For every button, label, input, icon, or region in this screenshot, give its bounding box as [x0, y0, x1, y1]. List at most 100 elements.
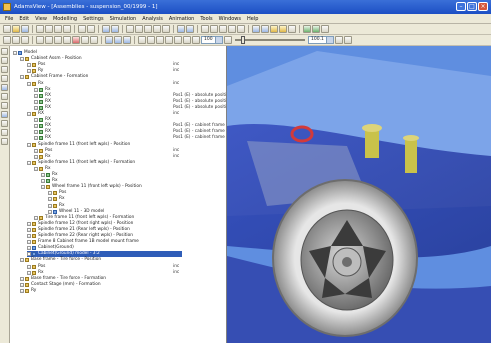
tree-expand-toggle[interactable]: - [27, 252, 31, 257]
tree-expand-toggle[interactable]: - [27, 81, 31, 86]
tree-expand-toggle[interactable]: - [13, 51, 17, 55]
tree-expand-toggle[interactable]: - [20, 288, 24, 293]
pause-icon[interactable] [312, 25, 320, 33]
color-icon[interactable] [1, 138, 8, 145]
tree-node[interactable]: - Pos inc [34, 148, 179, 154]
torus-icon[interactable] [174, 36, 182, 44]
animation-slider[interactable] [235, 36, 305, 44]
tree-expand-toggle[interactable]: - [27, 160, 31, 165]
help-icon[interactable] [288, 25, 296, 33]
rotate-icon[interactable] [1, 57, 8, 64]
tree-expand-toggle[interactable]: - [27, 221, 31, 226]
view-side-icon[interactable] [219, 25, 227, 33]
open-folder-icon[interactable] [12, 25, 20, 33]
close-button[interactable]: × [478, 2, 488, 11]
tree-expand-toggle[interactable]: - [34, 93, 38, 98]
pan-icon[interactable] [153, 25, 161, 33]
arrow-right-icon[interactable] [45, 36, 53, 44]
layout-icon[interactable] [186, 25, 194, 33]
menu-tools[interactable]: Tools [197, 16, 215, 22]
save-icon[interactable] [21, 25, 29, 33]
tree-expand-toggle[interactable]: - [34, 215, 38, 220]
filter-icon[interactable] [21, 36, 29, 44]
annotate-icon[interactable] [1, 102, 8, 109]
tree-node[interactable]: - Rx inc [27, 270, 179, 276]
view-iso-icon[interactable] [228, 25, 236, 33]
tree-node[interactable]: - Rx inc [34, 154, 179, 160]
tree-expand-toggle[interactable]: - [27, 142, 31, 147]
light-icon[interactable] [270, 25, 278, 33]
table-icon[interactable] [111, 25, 119, 33]
record-icon[interactable] [72, 36, 80, 44]
cylinder-icon[interactable] [147, 36, 155, 44]
translate-icon[interactable] [1, 66, 8, 73]
tree-node[interactable]: - Pos inc [27, 264, 179, 270]
tree-expand-toggle[interactable]: - [41, 179, 45, 184]
tree-node[interactable]: - Wheel frame 11 (front left wpls) - Posi… [41, 184, 142, 190]
redo-icon[interactable] [87, 25, 95, 33]
tree-expand-toggle[interactable]: - [20, 258, 24, 263]
frame-start-icon[interactable] [224, 36, 232, 44]
view-rear-icon[interactable] [237, 25, 245, 33]
box-icon[interactable] [156, 36, 164, 44]
menu-simulation[interactable]: Simulation [107, 16, 140, 22]
undo-icon[interactable] [78, 25, 86, 33]
tree-node[interactable]: - Rx [34, 166, 51, 172]
tree-collapse-icon[interactable] [12, 36, 20, 44]
camera-icon[interactable] [279, 25, 287, 33]
tree-expand-toggle[interactable]: - [27, 63, 31, 68]
tree-expand-toggle[interactable]: - [27, 234, 31, 238]
settings-icon[interactable] [344, 36, 352, 44]
print-icon[interactable] [36, 25, 44, 33]
menu-modelling[interactable]: Modelling [50, 16, 80, 22]
paste-icon[interactable] [63, 25, 71, 33]
zoom-fit-icon[interactable] [144, 25, 152, 33]
tree-node[interactable]: - RX Pos1 (E) - cabinet frame ... [34, 135, 226, 141]
tree-expand-toggle[interactable]: - [20, 282, 24, 287]
step-forward-icon[interactable] [90, 36, 98, 44]
tree-expand-toggle[interactable]: - [34, 105, 38, 110]
tree-node[interactable]: - Rx inc [27, 81, 179, 87]
marker-icon[interactable] [123, 36, 131, 44]
3d-viewport[interactable] [227, 46, 491, 343]
options-icon[interactable] [321, 25, 329, 33]
tree-expand-toggle[interactable]: - [20, 57, 24, 62]
select-icon[interactable] [102, 25, 110, 33]
play-icon[interactable] [303, 25, 311, 33]
menu-edit[interactable]: Edit [16, 16, 32, 22]
tree-expand-toggle[interactable]: - [34, 166, 38, 171]
tree-expand-toggle[interactable]: - [27, 240, 31, 245]
tree-expand-toggle[interactable]: - [27, 246, 31, 251]
joint-icon[interactable] [114, 36, 122, 44]
tree-node[interactable]: - Wheel 11 - 3D model [48, 209, 104, 215]
tree-expand-toggle[interactable]: - [34, 130, 38, 135]
tree-expand-toggle[interactable]: - [34, 136, 38, 141]
tree-expand-toggle[interactable]: - [20, 276, 24, 281]
cut-icon[interactable] [45, 25, 53, 33]
tree-node[interactable]: - RX Pos1 (E) - absolute positio [34, 93, 226, 99]
tree-expand-toggle[interactable]: - [34, 118, 38, 123]
frame-combo[interactable]: 100.1 [308, 36, 334, 44]
link-icon[interactable] [105, 36, 113, 44]
tree-node[interactable]: - Base frame - Tire force - Formation [20, 276, 106, 282]
menu-view[interactable]: View [32, 16, 50, 22]
tree-expand-toggle[interactable]: - [20, 75, 24, 80]
tree-node[interactable]: - Spindle frame 12 (front right wpls) - P… [27, 221, 133, 227]
force-icon[interactable] [192, 36, 200, 44]
menu-animation[interactable]: Animation [166, 16, 198, 22]
tree-node[interactable]: - Cabinet Assm - Position [20, 56, 82, 62]
tree-node[interactable]: - Spindle frame 11 (front left wpls) - Fo… [27, 160, 135, 166]
menu-windows[interactable]: Windows [216, 16, 244, 22]
copy-icon[interactable] [54, 25, 62, 33]
spring-icon[interactable] [183, 36, 191, 44]
tree-expand-toggle[interactable]: - [48, 203, 52, 208]
tree-expand-toggle[interactable]: - [34, 87, 38, 92]
slider-knob[interactable] [241, 36, 245, 44]
cone-icon[interactable] [165, 36, 173, 44]
menu-settings[interactable]: Settings [80, 16, 107, 22]
tree-expand-toggle[interactable]: - [27, 69, 31, 74]
tree-node[interactable]: - Tire frame 11 (front left wpls) - Forma… [34, 215, 134, 221]
tree-expand-toggle[interactable]: - [34, 99, 38, 104]
tree-node[interactable]: - Rx [48, 203, 65, 209]
tree-expand-toggle[interactable]: - [48, 209, 52, 214]
